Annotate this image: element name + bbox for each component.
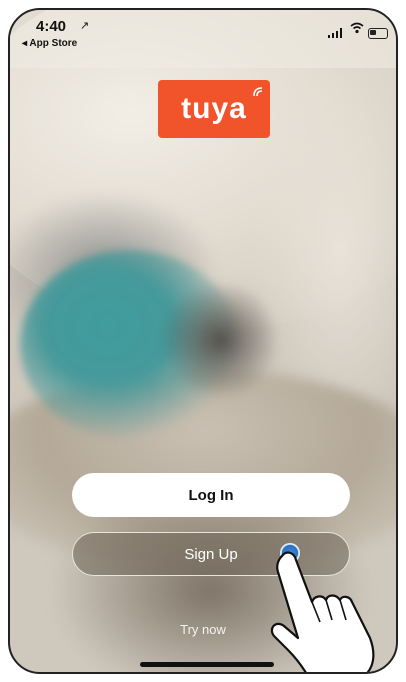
battery-icon [368, 28, 388, 39]
logo-wave-icon [253, 87, 263, 97]
logo-text: tuya [181, 92, 247, 125]
status-time: 4:40 [36, 18, 67, 35]
status-bar: 4:40 ↗ ◂ App Store [10, 10, 396, 68]
location-arrow-icon: ↗ [80, 20, 90, 32]
back-to-app-store-link[interactable]: ◂ App Store [22, 38, 77, 49]
wifi-icon [350, 22, 364, 37]
signal-icon [328, 28, 342, 38]
tuya-logo: tuya [158, 80, 270, 138]
home-indicator[interactable] [140, 662, 274, 667]
login-button[interactable]: Log In [72, 473, 350, 517]
hand-pointer-icon [270, 551, 375, 672]
phone-screen: 4:40 ↗ ◂ App Store tuya Log In Sign Up T… [8, 8, 398, 674]
